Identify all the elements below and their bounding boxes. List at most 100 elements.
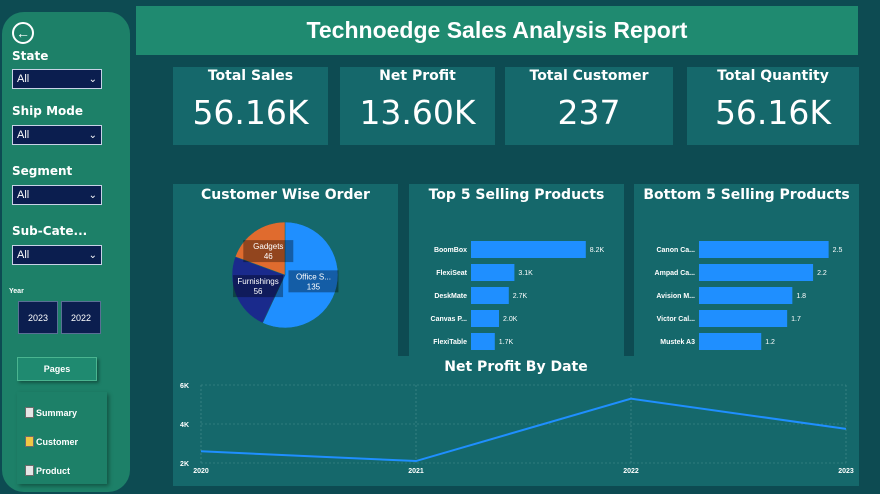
bar <box>699 333 762 350</box>
ship-mode-slicer-label: Ship Mode <box>12 104 83 118</box>
sub-category-slicer-label: Sub-Cate... <box>12 224 88 238</box>
bar <box>699 264 814 281</box>
kpi-total-sales: Total Sales 56.16K <box>173 67 328 145</box>
line-chart: 2K 4K 6K 2020 2021 2022 2023 <box>180 383 854 475</box>
y-tick-label: 6K <box>180 383 189 390</box>
bar-category-label: FlexiTable <box>433 339 467 346</box>
panel-title: Top 5 Selling Products <box>428 187 605 203</box>
nav-customer-label: Customer <box>36 436 79 447</box>
state-dropdown-value: All <box>17 73 30 85</box>
bar <box>471 241 586 258</box>
segment-dropdown[interactable]: All ⌄ <box>12 185 102 205</box>
bar-value-label: 1.7 <box>791 316 801 323</box>
bottom5-products-panel: Bottom 5 Selling Products Canon Ca... 2.5… <box>634 184 859 370</box>
chevron-down-icon: ⌄ <box>88 73 97 85</box>
top5-bar-chart: BoomBox 8.2K FlexiSeat 3.1K DeskMate 2.7K Canv… <box>431 241 618 370</box>
bar-category-label: Mustek A3 <box>660 339 695 346</box>
bar-category-label: Avision M... <box>656 293 695 300</box>
chevron-down-icon: ⌄ <box>88 249 97 261</box>
bar-category-label: Canon Ca... <box>656 247 695 254</box>
series-line <box>200 397 847 463</box>
bottom5-bar-chart: Canon Ca... 2.5 Ampad Ca... 2.2 Avision M...… <box>655 241 843 370</box>
kpi-label: Total Sales <box>207 68 294 84</box>
bar-value-label: 8.2K <box>590 247 605 254</box>
bar-value-label: 2.5 <box>833 247 843 254</box>
kpi-value: 237 <box>557 93 621 132</box>
nav-product[interactable]: Product <box>25 465 70 476</box>
customer-wise-order-panel: Customer Wise Order Office S... 135 Furnis… <box>173 184 398 356</box>
bar-value-label: 1.2 <box>765 339 775 346</box>
bar <box>471 264 515 281</box>
x-tick-label: 2022 <box>623 468 639 475</box>
kpi-value: 13.60K <box>359 93 476 132</box>
bar-category-label: Ampad Ca... <box>655 270 696 277</box>
pie-label-name: Furnishings <box>237 277 278 286</box>
kpi-value: 56.16K <box>192 93 309 132</box>
back-arrow-icon[interactable]: ← <box>12 22 34 44</box>
chevron-down-icon: ⌄ <box>88 129 97 141</box>
pie-label-value: 46 <box>264 252 273 261</box>
bar-category-label: BoomBox <box>434 247 467 254</box>
nav-summary-label: Summary <box>36 407 78 418</box>
kpi-label: Total Quantity <box>717 68 829 84</box>
nav-summary[interactable]: Summary <box>25 407 77 418</box>
sub-category-dropdown-value: All <box>17 249 30 261</box>
kpi-label: Net Profit <box>379 68 456 84</box>
bar-category-label: Canvas P... <box>431 316 468 323</box>
state-dropdown[interactable]: All ⌄ <box>12 69 102 89</box>
year-slicer-label: Year <box>9 288 24 295</box>
bar-value-label: 2.7K <box>513 293 528 300</box>
bar-value-label: 1.8 <box>796 293 806 300</box>
ship-mode-dropdown[interactable]: All ⌄ <box>12 125 102 145</box>
bar <box>471 310 499 327</box>
kpi-label: Total Customer <box>529 68 649 84</box>
nav-product-label: Product <box>36 465 71 476</box>
y-tick-label: 2K <box>180 461 189 468</box>
pages-button[interactable]: Pages <box>17 357 97 381</box>
year-button-2022[interactable]: 2022 <box>61 301 101 334</box>
panel-title: Customer Wise Order <box>201 187 370 203</box>
segment-slicer-label: Segment <box>12 164 73 178</box>
panel-title: Net Profit By Date <box>444 359 588 375</box>
bar-value-label: 3.1K <box>518 270 533 277</box>
kpi-total-quantity: Total Quantity 56.16K <box>687 67 859 145</box>
bar-value-label: 2.2 <box>817 270 827 277</box>
chevron-down-icon: ⌄ <box>88 189 97 201</box>
report-title: Technoedge Sales Analysis Report <box>136 6 858 55</box>
filter-sidebar: ← State All ⌄ Ship Mode All ⌄ Segment Al… <box>2 12 130 492</box>
nav-customer[interactable]: Customer <box>25 436 78 447</box>
bar-category-label: DeskMate <box>434 293 467 300</box>
pie-label-name: Office S... <box>296 272 331 281</box>
state-slicer-label: State <box>12 49 49 63</box>
clipboard-icon <box>25 407 34 418</box>
customer-icon <box>25 436 34 447</box>
ship-mode-dropdown-value: All <box>17 129 30 141</box>
bar <box>699 310 788 327</box>
panel-title: Bottom 5 Selling Products <box>643 187 850 203</box>
bar <box>471 333 495 350</box>
year-button-2023[interactable]: 2023 <box>18 301 58 334</box>
bar-category-label: Victor Cal... <box>657 316 695 323</box>
pie-label-value: 135 <box>307 282 321 291</box>
net-profit-by-date-panel: Net Profit By Date 2K 4K 6K 2020 2021 2022 202… <box>173 356 859 486</box>
kpi-total-customer: Total Customer 237 <box>505 67 673 145</box>
bar <box>699 241 829 258</box>
bar-value-label: 1.7K <box>499 339 514 346</box>
kpi-net-profit: Net Profit 13.60K <box>340 67 495 145</box>
pie-chart: Office S...135 Furnishings56 Gadgets46 <box>231 221 339 329</box>
page-navigator: Summary Customer Product <box>17 392 107 484</box>
sub-category-dropdown[interactable]: All ⌄ <box>12 245 102 265</box>
bar-category-label: FlexiSeat <box>436 270 467 277</box>
pie-label-name: Gadgets <box>253 242 283 251</box>
bar <box>471 287 509 304</box>
bar <box>699 287 793 304</box>
clipboard-icon <box>25 465 34 476</box>
kpi-value: 56.16K <box>714 93 832 132</box>
segment-dropdown-value: All <box>17 189 30 201</box>
top5-products-panel: Top 5 Selling Products BoomBox 8.2K FlexiS… <box>409 184 624 370</box>
bar-value-label: 2.0K <box>503 316 518 323</box>
x-tick-label: 2023 <box>838 468 854 475</box>
y-tick-label: 4K <box>180 422 189 429</box>
x-tick-label: 2021 <box>408 468 424 475</box>
pie-label-value: 56 <box>254 287 263 296</box>
